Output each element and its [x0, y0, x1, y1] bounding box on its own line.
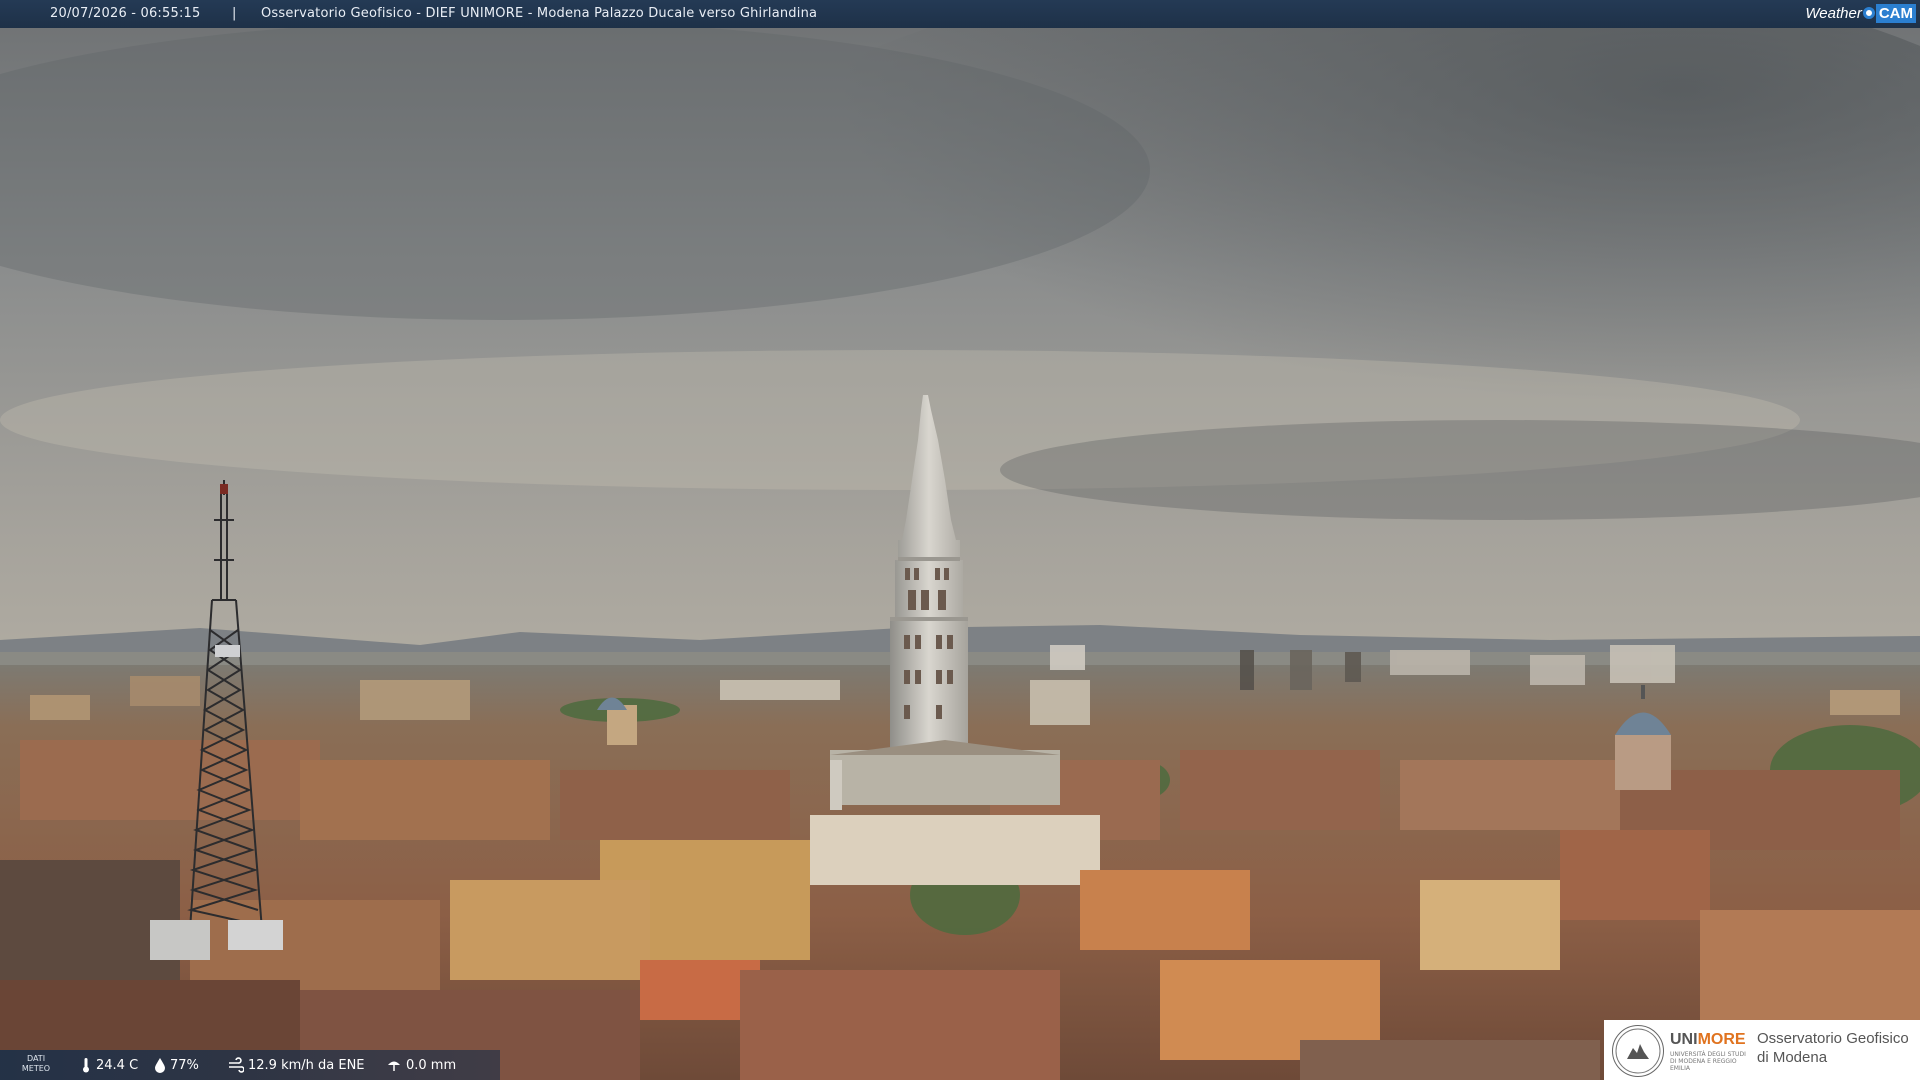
webcam-photo [0, 0, 1920, 1080]
unimore-wordmark: UNIMORE [1670, 1031, 1746, 1049]
meteo-label-line2: METEO [21, 1064, 51, 1073]
unimore-suffix: MORE [1697, 1031, 1746, 1048]
unimore-observatory-logo: UNIMORE UNIVERSITÀ DEGLI STUDI DI MODENA… [1604, 1020, 1920, 1080]
header-separator: | [232, 6, 237, 21]
brand-cam-text: CAM [1875, 3, 1916, 23]
rain-value: 0.0 mm [406, 1057, 457, 1073]
header-bar: 20/07/2026 - 06:55:15 | Osservatorio Geo… [0, 0, 1920, 28]
observatory-name: Osservatorio Geofisico di Modena [1757, 1029, 1909, 1067]
thermometer-icon [83, 1058, 89, 1073]
wind-icon [229, 1057, 244, 1073]
camera-title: Osservatorio Geofisico - DIEF UNIMORE - … [261, 6, 818, 21]
university-seal-icon [1612, 1025, 1664, 1077]
rain-reading: 0.0 mm [386, 1057, 456, 1073]
meteo-label: DATI METEO [20, 1054, 52, 1074]
observatory-line2: di Modena [1757, 1049, 1828, 1066]
meteo-label-line1: DATI [26, 1054, 46, 1063]
brand-weather-text: Weather [1805, 4, 1862, 22]
temperature-value: 24.4 C [96, 1057, 139, 1073]
wind-value: 12.9 km/h da ENE [248, 1057, 365, 1073]
humidity-icon [155, 1058, 165, 1073]
humidity-value: 77% [170, 1057, 199, 1073]
timestamp: 20/07/2026 - 06:55:15 [50, 6, 201, 21]
camera-lens-icon [1862, 7, 1875, 19]
university-subtitle: UNIVERSITÀ DEGLI STUDI DI MODENA E REGGI… [1670, 1051, 1746, 1072]
rain-icon [388, 1061, 400, 1071]
humidity-reading: 77% [154, 1057, 199, 1073]
temperature-reading: 24.4 C [80, 1057, 138, 1073]
weather-data-bar: DATI METEO 24.4 C 77% 12.9 km/h da ENE 0… [0, 1050, 500, 1080]
observatory-line1: Osservatorio Geofisico [1757, 1030, 1909, 1047]
weathercam-logo: Weather CAM [1805, 2, 1916, 24]
unimore-prefix: UNI [1670, 1031, 1698, 1048]
wind-reading: 12.9 km/h da ENE [228, 1057, 365, 1073]
